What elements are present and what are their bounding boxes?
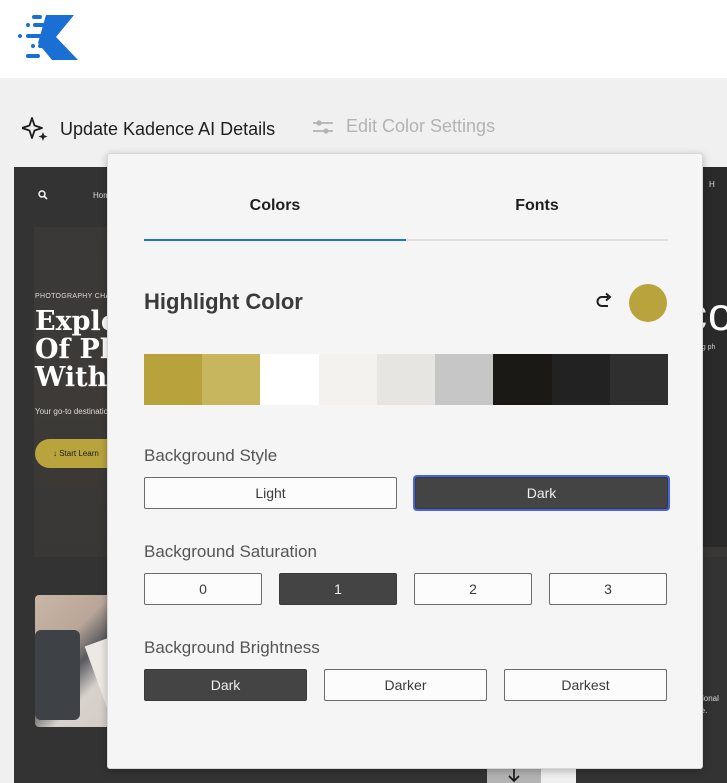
background-brightness-option-darkest[interactable]: Darkest xyxy=(504,669,667,701)
color-palette xyxy=(144,354,668,405)
background-saturation-option-3[interactable]: 3 xyxy=(549,573,667,605)
sliders-icon xyxy=(313,119,333,134)
color-settings-popover: Colors Fonts Highlight Color Background … xyxy=(107,153,703,769)
tab-colors[interactable]: Colors xyxy=(144,184,406,241)
tab-colors-label: Colors xyxy=(249,197,301,214)
palette-swatch[interactable] xyxy=(609,354,668,405)
kadence-logo-icon[interactable] xyxy=(16,12,80,62)
preview-right-nav: H xyxy=(709,180,715,189)
background-style-label: Background Style xyxy=(144,446,278,465)
update-ai-details-button[interactable]: Update Kadence AI Details xyxy=(22,116,275,142)
tab-fonts-label: Fonts xyxy=(515,197,559,214)
background-saturation-option-2[interactable]: 2 xyxy=(414,573,532,605)
palette-swatch[interactable] xyxy=(202,354,261,405)
background-brightness-label: Background Brightness xyxy=(144,638,320,657)
edit-color-settings-label: Edit Color Settings xyxy=(346,116,496,136)
popover-tabs: Colors Fonts xyxy=(144,184,668,241)
palette-swatch[interactable] xyxy=(260,354,319,405)
camera-shape xyxy=(35,630,80,720)
palette-swatch[interactable] xyxy=(435,354,494,405)
background-saturation-label: Background Saturation xyxy=(144,542,317,561)
background-style-option-light[interactable]: Light xyxy=(144,477,397,509)
search-icon[interactable] xyxy=(38,190,48,200)
background-style-option-dark[interactable]: Dark xyxy=(415,477,668,509)
palette-swatch[interactable] xyxy=(376,354,436,405)
tab-fonts[interactable]: Fonts xyxy=(406,184,668,239)
arrow-down-icon xyxy=(508,767,520,783)
background-saturation-option-0[interactable]: 0 xyxy=(144,573,262,605)
background-brightness-option-dark[interactable]: Dark xyxy=(144,669,307,701)
palette-swatch[interactable] xyxy=(144,354,203,405)
preview-scroll-down-button[interactable] xyxy=(487,767,541,783)
redo-arrow-icon[interactable] xyxy=(596,292,616,310)
background-saturation-options: 0123 xyxy=(144,573,668,605)
palette-swatch[interactable] xyxy=(493,354,552,405)
sparkles-icon xyxy=(22,117,48,141)
edit-color-settings-button[interactable]: Edit Color Settings xyxy=(312,116,495,137)
highlight-color-heading: Highlight Color xyxy=(144,289,303,314)
preview-secondary-button[interactable] xyxy=(541,767,576,783)
palette-swatch[interactable] xyxy=(551,354,610,405)
top-header xyxy=(0,0,727,78)
update-ai-details-label: Update Kadence AI Details xyxy=(60,118,276,139)
preview-hero-subtitle: Your go-to destinatio xyxy=(35,407,109,416)
background-brightness-option-darker[interactable]: Darker xyxy=(324,669,487,701)
highlight-color-swatch[interactable] xyxy=(629,284,667,322)
palette-swatch[interactable] xyxy=(318,354,377,405)
background-saturation-option-1[interactable]: 1 xyxy=(279,573,397,605)
background-style-options: Light Dark xyxy=(144,477,668,509)
background-brightness-options: Dark Darker Darkest xyxy=(144,669,668,701)
